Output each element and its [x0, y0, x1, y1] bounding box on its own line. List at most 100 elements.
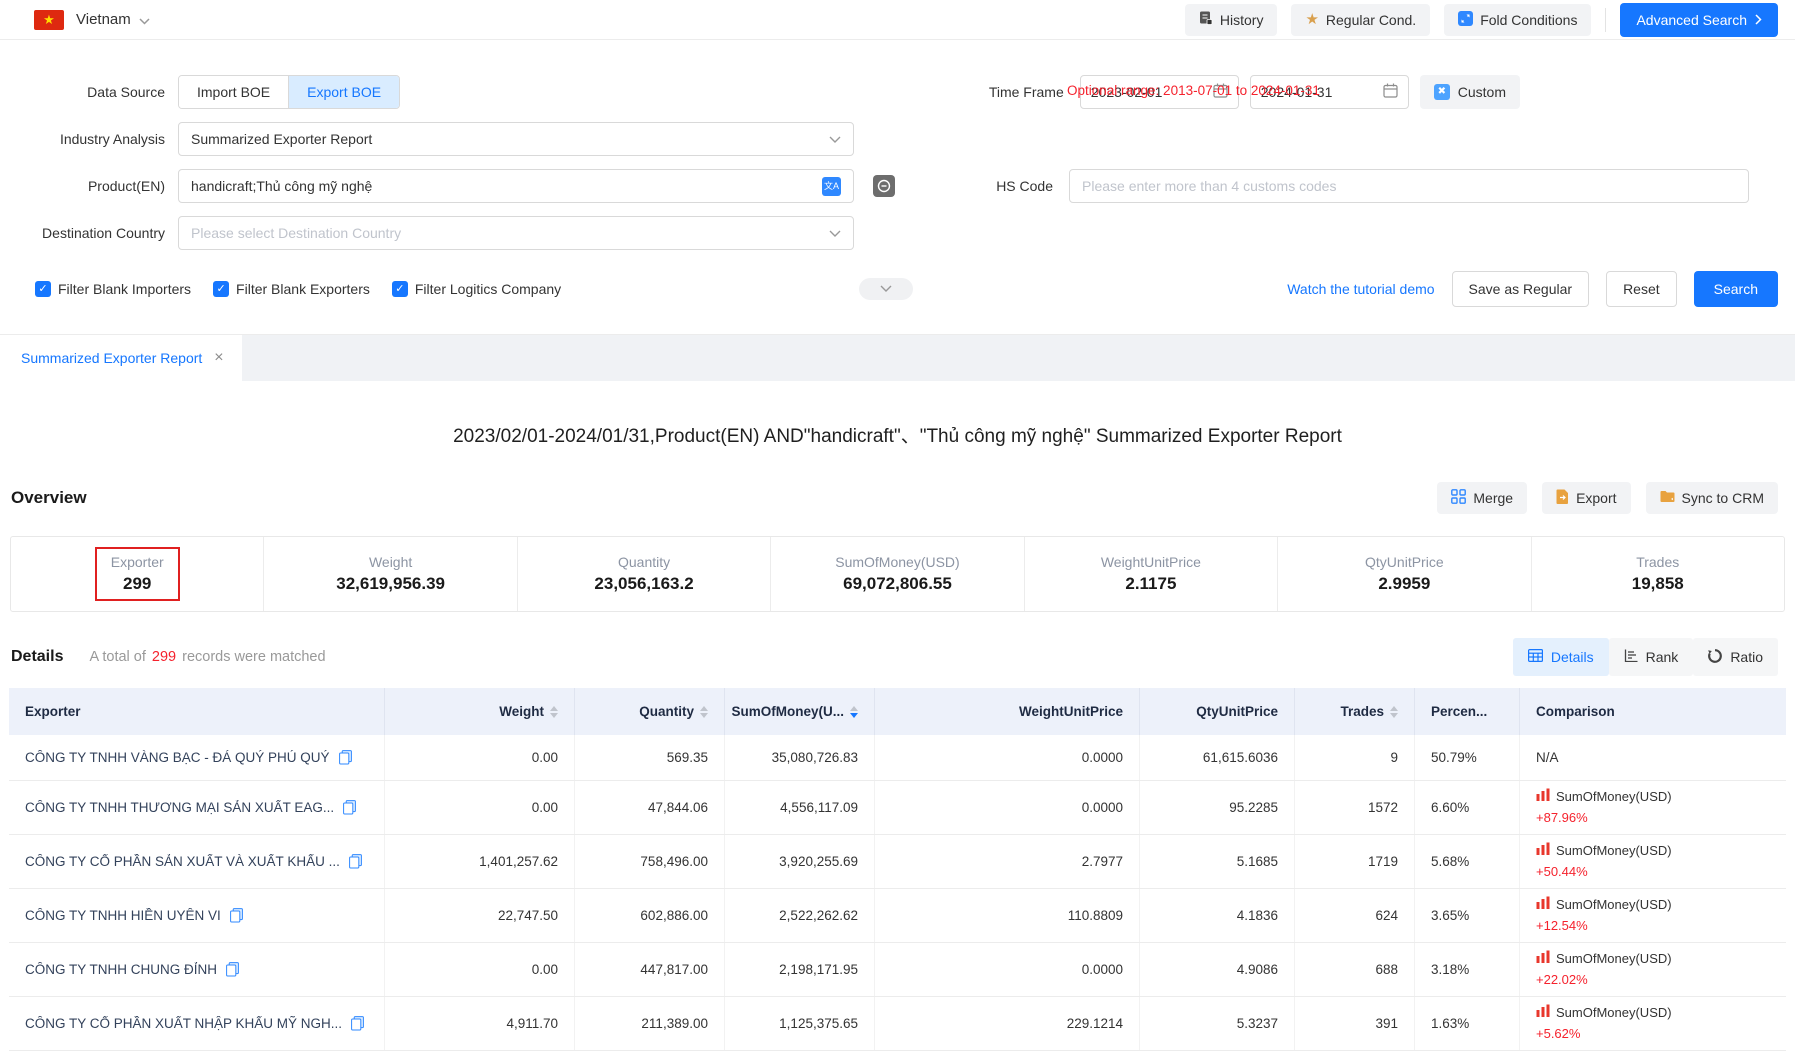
col-header-label: Weight	[499, 704, 544, 719]
stat-label: Trades	[1632, 554, 1684, 570]
exporter-stat-highlight: Exporter 299	[95, 547, 180, 601]
data-source-label: Data Source	[0, 84, 178, 100]
hs-code-input[interactable]: Please enter more than 4 customs codes	[1069, 169, 1749, 203]
country-selector-label[interactable]: Vietnam	[76, 11, 131, 28]
close-icon[interactable]: ×	[214, 350, 223, 366]
history-button[interactable]: History	[1185, 4, 1278, 36]
cell-qty_unit_price: 4.9086	[1140, 943, 1295, 996]
cell-weight: 1,401,257.62	[385, 835, 575, 888]
chevron-down-icon	[829, 131, 841, 147]
comparison-metric-label: SumOfMoney(USD)	[1556, 1003, 1672, 1023]
history-icon	[1199, 11, 1213, 28]
cell-exporter: CÔNG TY CỔ PHẦN SẢN XUẤT VÀ XUẤT KHẨU ..…	[9, 835, 385, 888]
regular-cond-button[interactable]: ★ Regular Cond.	[1291, 4, 1430, 36]
table-row: CÔNG TY TNHH HIỀN UYÊN VI22,747.50602,88…	[9, 889, 1786, 943]
cell-trades: 688	[1295, 943, 1415, 996]
sort-desc-icon[interactable]	[550, 713, 558, 718]
filter-checkbox-1[interactable]: ✓Filter Blank Exporters	[213, 281, 370, 297]
search-button[interactable]: Search	[1694, 271, 1778, 307]
advanced-search-button[interactable]: Advanced Search	[1620, 3, 1778, 37]
details-title: Details	[11, 648, 63, 666]
filter-checkbox-0[interactable]: ✓Filter Blank Importers	[35, 281, 191, 297]
company-copy-icon[interactable]	[349, 854, 362, 869]
table-row: CÔNG TY CỔ PHẦN XUẤT NHẬP KHẨU MỸ NGH...…	[9, 997, 1786, 1051]
checkbox-label: Filter Blank Exporters	[236, 281, 370, 297]
trend-chart-icon	[1536, 787, 1550, 807]
col-header-weight_unit_price: WeightUnitPrice	[875, 688, 1140, 735]
export-boe-button[interactable]: Export BOE	[289, 76, 399, 108]
filter-checkbox-2[interactable]: ✓Filter Logitics Company	[392, 281, 561, 297]
sort-icons[interactable]	[700, 706, 708, 718]
merge-button[interactable]: Merge	[1437, 482, 1527, 514]
sort-asc-icon[interactable]	[1390, 706, 1398, 711]
cell-weight: 0.00	[385, 943, 575, 996]
view-button-ratio[interactable]: Ratio	[1693, 638, 1778, 676]
comparison-block: SumOfMoney(USD)+87.96%	[1536, 787, 1672, 827]
view-button-details[interactable]: Details	[1513, 638, 1609, 676]
sort-asc-icon[interactable]	[550, 706, 558, 711]
cell-percent: 6.60%	[1415, 781, 1520, 834]
sort-icons[interactable]	[1390, 706, 1398, 718]
stat-label: Exporter	[111, 554, 164, 570]
destination-placeholder: Please select Destination Country	[191, 225, 829, 241]
fold-conditions-button[interactable]: Fold Conditions	[1444, 4, 1591, 36]
translate-icon[interactable]: 文A	[822, 177, 841, 196]
data-source-toggle: Import BOE Export BOE	[178, 75, 400, 109]
stat-value: 299	[111, 574, 164, 594]
col-header-quantity[interactable]: Quantity	[575, 688, 725, 735]
sort-icons[interactable]	[850, 706, 858, 718]
company-copy-icon[interactable]	[230, 908, 243, 923]
sort-asc-icon[interactable]	[700, 706, 708, 711]
exporter-name: CÔNG TY CỔ PHẦN SẢN XUẤT VÀ XUẤT KHẨU ..…	[25, 854, 340, 869]
col-header-weight[interactable]: Weight	[385, 688, 575, 735]
export-button[interactable]: Export	[1542, 482, 1630, 514]
collapse-conditions-button[interactable]	[859, 278, 913, 300]
chevron-down-icon[interactable]	[139, 12, 150, 28]
export-file-icon	[1556, 489, 1569, 507]
col-header-trades[interactable]: Trades	[1295, 688, 1415, 735]
ratio-view-icon	[1708, 649, 1722, 666]
table-header: ExporterWeightQuantitySumOfMoney(U...Wei…	[9, 688, 1786, 735]
company-copy-icon[interactable]	[351, 1016, 364, 1031]
view-button-rank[interactable]: Rank	[1609, 638, 1694, 676]
comparison-block: SumOfMoney(USD)+5.62%	[1536, 1003, 1672, 1043]
cell-trades: 1719	[1295, 835, 1415, 888]
product-en-input[interactable]: handicraft;Thủ công mỹ nghệ 文A	[178, 169, 854, 203]
col-header-sum[interactable]: SumOfMoney(U...	[725, 688, 875, 735]
cell-sum: 1,125,375.65	[725, 997, 875, 1050]
view-button-label: Rank	[1646, 649, 1679, 665]
checkbox-label: Filter Logitics Company	[415, 281, 561, 297]
cell-comparison: SumOfMoney(USD)+5.62%	[1520, 997, 1786, 1050]
sync-to-crm-button[interactable]: Sync to CRM	[1646, 482, 1778, 514]
destination-country-select[interactable]: Please select Destination Country	[178, 216, 854, 250]
sort-desc-icon[interactable]	[850, 713, 858, 718]
reset-button[interactable]: Reset	[1606, 271, 1677, 307]
company-copy-icon[interactable]	[226, 962, 239, 977]
tutorial-demo-link[interactable]: Watch the tutorial demo	[1287, 281, 1434, 297]
checkbox-label: Filter Blank Importers	[58, 281, 191, 297]
stat-value: 69,072,806.55	[835, 574, 959, 594]
cell-comparison: SumOfMoney(USD)+87.96%	[1520, 781, 1786, 834]
search-settings-icon[interactable]	[873, 175, 895, 197]
stat-inner: WeightUnitPrice2.1175	[1087, 549, 1215, 599]
stat-value: 23,056,163.2	[594, 574, 693, 594]
cell-exporter: CÔNG TY TNHH HIỀN UYÊN VI	[9, 889, 385, 942]
company-copy-icon[interactable]	[343, 800, 356, 815]
cell-quantity: 211,389.00	[575, 997, 725, 1050]
sort-asc-icon[interactable]	[850, 706, 858, 711]
comparison-metric-label: SumOfMoney(USD)	[1556, 787, 1672, 807]
sort-icons[interactable]	[550, 706, 558, 718]
cell-qty_unit_price: 61,615.6036	[1140, 735, 1295, 780]
exporter-name: CÔNG TY CỔ PHẦN XUẤT NHẬP KHẨU MỸ NGH...	[25, 1016, 342, 1031]
import-boe-button[interactable]: Import BOE	[179, 76, 289, 108]
save-as-regular-button[interactable]: Save as Regular	[1452, 271, 1590, 307]
sort-desc-icon[interactable]	[1390, 713, 1398, 718]
company-copy-icon[interactable]	[339, 750, 352, 765]
optional-range-note: Optional range: 2013-07-01 to 2024-01-31	[1067, 83, 1320, 98]
sort-desc-icon[interactable]	[700, 713, 708, 718]
industry-analysis-select[interactable]: Summarized Exporter Report	[178, 122, 854, 156]
tab-summarized-exporter-report[interactable]: Summarized Exporter Report ×	[0, 335, 242, 381]
cell-percent: 3.65%	[1415, 889, 1520, 942]
stat-value: 2.1175	[1101, 574, 1201, 594]
custom-range-button[interactable]: ✖ Custom	[1420, 75, 1520, 109]
